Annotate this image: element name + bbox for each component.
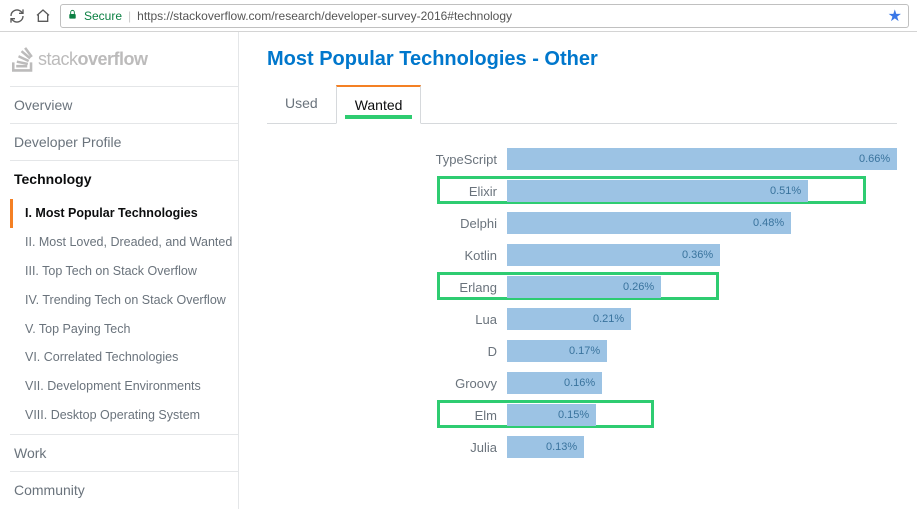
sidebar-subitem[interactable]: III. Top Tech on Stack Overflow <box>10 257 238 286</box>
logo-text-bold: overflow <box>78 49 148 69</box>
sidebar-item-developer-profile[interactable]: Developer Profile <box>10 123 238 160</box>
main-content: Most Popular Technologies - Other UsedWa… <box>239 32 917 509</box>
sidebar-item-community[interactable]: Community <box>10 471 238 508</box>
sidebar-subitem[interactable]: VI. Correlated Technologies <box>10 343 238 372</box>
chart-row: D 0.17% <box>267 340 897 362</box>
chart-category-label: Erlang <box>267 280 507 295</box>
sidebar-subitem[interactable]: VII. Development Environments <box>10 372 238 401</box>
url-text: https://stackoverflow.com/research/devel… <box>137 9 512 23</box>
chart-category-label: Groovy <box>267 376 507 391</box>
chart-bar <box>507 148 897 170</box>
chart-category-label: Elixir <box>267 184 507 199</box>
chart-bar-value: 0.15% <box>552 404 589 426</box>
chart-bar-value: 0.51% <box>764 180 801 202</box>
chart-row: Elixir 0.51% <box>267 180 897 202</box>
sidebar-item-work[interactable]: Work <box>10 434 238 471</box>
chart-row: Kotlin 0.36% <box>267 244 897 266</box>
tab-used[interactable]: Used <box>267 85 336 123</box>
sidebar-subitem[interactable]: II. Most Loved, Dreaded, and Wanted <box>10 228 238 257</box>
chart-bar-value: 0.13% <box>540 436 577 458</box>
sidebar-subitem[interactable]: V. Top Paying Tech <box>10 315 238 344</box>
sidebar-subitem[interactable]: VIII. Desktop Operating System <box>10 401 238 430</box>
tab-wanted[interactable]: Wanted <box>336 85 422 124</box>
chart-row: Delphi 0.48% <box>267 212 897 234</box>
chart-row: Julia 0.13% <box>267 436 897 458</box>
chart-category-label: Kotlin <box>267 248 507 263</box>
page-title: Most Popular Technologies - Other <box>267 48 897 71</box>
reload-icon[interactable] <box>8 7 26 25</box>
chart-row: Lua 0.21% <box>267 308 897 330</box>
chart-bar-value: 0.66% <box>853 148 890 170</box>
chart-bar-value: 0.48% <box>747 212 784 234</box>
logo-text-normal: stack <box>38 49 78 69</box>
stackoverflow-logo[interactable]: stackoverflow <box>10 46 238 72</box>
bookmark-star-icon[interactable]: ★ <box>888 6 902 26</box>
secure-label: Secure <box>84 9 122 23</box>
bar-chart: TypeScript 0.66% Elixir 0.51% Delphi 0.48% Kot… <box>267 148 897 458</box>
chart-row: Groovy 0.16% <box>267 372 897 394</box>
chart-category-label: Delphi <box>267 216 507 231</box>
sidebar-subitem[interactable]: IV. Trending Tech on Stack Overflow <box>10 286 238 315</box>
sidebar-subitem[interactable]: I. Most Popular Technologies <box>10 199 238 228</box>
lock-icon <box>67 9 78 23</box>
chart-category-label: Lua <box>267 312 507 327</box>
tabs: UsedWanted <box>267 85 897 124</box>
chart-category-label: D <box>267 344 507 359</box>
chart-bar-value: 0.16% <box>558 372 595 394</box>
chart-category-label: Julia <box>267 440 507 455</box>
chart-category-label: TypeScript <box>267 152 507 167</box>
chart-row: TypeScript 0.66% <box>267 148 897 170</box>
chart-row: Elm 0.15% <box>267 404 897 426</box>
chart-bar-value: 0.36% <box>676 244 713 266</box>
chart-bar <box>507 180 808 202</box>
sidebar-item-technology[interactable]: Technology <box>10 160 238 197</box>
chart-category-label: Elm <box>267 408 507 423</box>
home-icon[interactable] <box>34 7 52 25</box>
chart-row: Erlang 0.26% <box>267 276 897 298</box>
stackoverflow-icon <box>12 46 34 72</box>
browser-chrome: Secure | https://stackoverflow.com/resea… <box>0 0 917 32</box>
sidebar: stackoverflow OverviewDeveloper ProfileT… <box>0 32 239 509</box>
sidebar-item-overview[interactable]: Overview <box>10 86 238 123</box>
chart-bar-value: 0.21% <box>587 308 624 330</box>
address-bar[interactable]: Secure | https://stackoverflow.com/resea… <box>60 4 909 28</box>
chart-bar-value: 0.17% <box>563 340 600 362</box>
chart-bar-value: 0.26% <box>617 276 654 298</box>
